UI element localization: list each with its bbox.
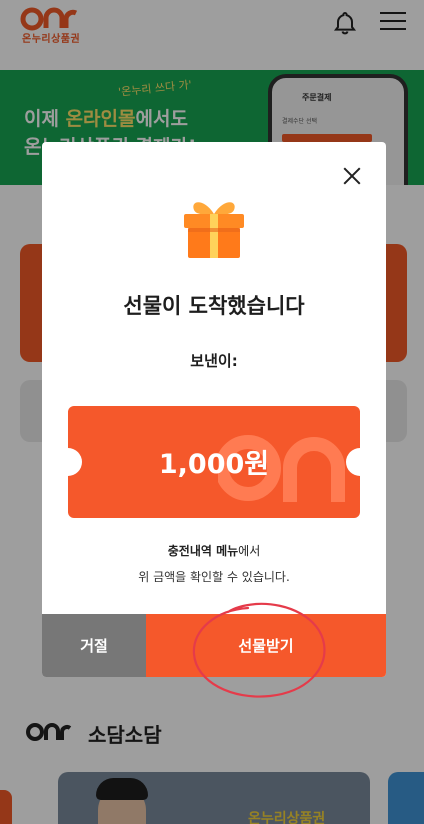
info-line-2: 위 금액을 확인할 수 있습니다. <box>138 570 290 584</box>
close-icon[interactable] <box>338 162 366 190</box>
info-line-1: 충전내역 메뉴에서 <box>167 544 261 558</box>
accept-gift-button[interactable]: 선물받기 <box>146 614 386 677</box>
gift-icon <box>182 194 246 260</box>
gift-amount: 1,000원 <box>158 449 270 480</box>
sender-row: 보낸이: <box>42 350 386 371</box>
sender-label: 보낸이: <box>190 352 238 370</box>
modal-title: 선물이 도착했습니다 <box>123 294 305 318</box>
gift-amount-ticket: 1,000원 <box>68 406 360 518</box>
reject-button[interactable]: 거절 <box>42 614 146 677</box>
gift-arrival-modal: 선물이 도착했습니다 보낸이: 1,000원 충전내역 메뉴에서 위 금액을 확… <box>42 142 386 677</box>
